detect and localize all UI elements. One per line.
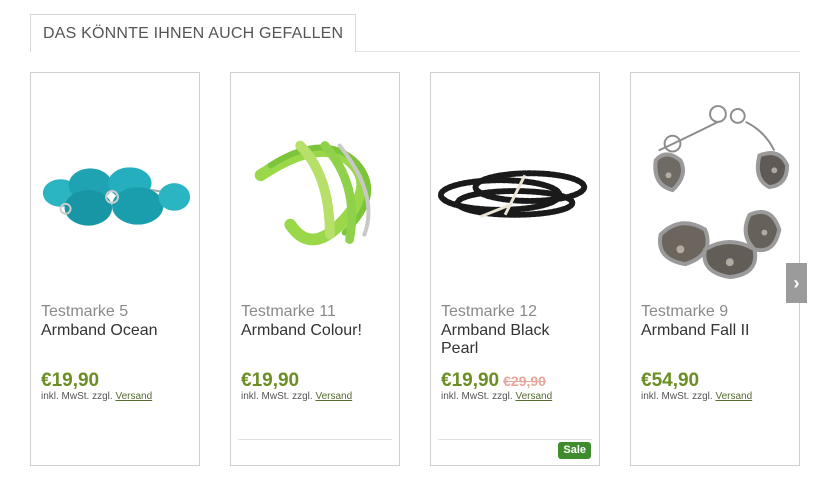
section-title: DAS KÖNNTE IHNEN AUCH GEFALLEN — [30, 14, 357, 52]
shipping-link[interactable]: Versand — [115, 391, 152, 402]
tax-info: inkl. MwSt. zzgl. Versand — [41, 391, 152, 402]
product-price: €19,90 — [241, 370, 300, 391]
product-image-silver-stone-bracelet[interactable] — [631, 85, 799, 305]
product-image-turquoise-bracelet[interactable] — [31, 85, 199, 305]
price-row: €19,90 — [241, 370, 299, 392]
shipping-link[interactable]: Versand — [315, 391, 352, 402]
shipping-link[interactable]: Versand — [715, 391, 752, 402]
tax-info: inkl. MwSt. zzgl. Versand — [641, 391, 752, 402]
price-row: €19,90 €29,90 — [441, 370, 546, 392]
product-name[interactable]: Armband Colour! — [241, 322, 391, 340]
tax-text: inkl. MwSt. zzgl. — [41, 391, 113, 402]
tax-text: inkl. MwSt. zzgl. — [241, 391, 313, 402]
price-row: €19,90 — [41, 370, 99, 392]
card-divider — [238, 439, 392, 440]
sale-badge: Sale — [558, 442, 591, 459]
carousel-next-button[interactable]: › — [786, 263, 807, 303]
product-price: €54,90 — [641, 370, 700, 391]
tax-text: inkl. MwSt. zzgl. — [441, 391, 513, 402]
shipping-link[interactable]: Versand — [515, 391, 552, 402]
product-name[interactable]: Armband Fall II — [641, 322, 791, 340]
product-card-armband-colour[interactable]: Testmarke 11 Armband Colour! €19,90 inkl… — [230, 72, 400, 466]
product-price: €19,90 — [441, 370, 500, 391]
product-name[interactable]: Armband Black Pearl — [441, 322, 591, 358]
product-brand: Testmarke 5 — [41, 303, 129, 320]
product-image-black-bead-bracelet[interactable] — [431, 85, 599, 305]
product-price: €19,90 — [41, 370, 100, 391]
product-card-armband-fall-ii[interactable]: Testmarke 9 Armband Fall II €54,90 inkl.… — [630, 72, 800, 466]
card-divider — [438, 439, 592, 440]
price-row: €54,90 — [641, 370, 699, 392]
tax-info: inkl. MwSt. zzgl. Versand — [241, 391, 352, 402]
product-card-armband-ocean[interactable]: Testmarke 5 Armband Ocean €19,90 inkl. M… — [30, 72, 200, 466]
product-brand: Testmarke 9 — [641, 303, 729, 320]
product-brand: Testmarke 11 — [241, 303, 336, 320]
chevron-right-icon: › — [793, 273, 800, 293]
product-image-green-wrap-bracelet[interactable] — [231, 85, 399, 305]
tax-info: inkl. MwSt. zzgl. Versand — [441, 391, 552, 402]
product-brand: Testmarke 12 — [441, 303, 538, 320]
product-old-price: €29,90 — [503, 373, 546, 389]
product-card-armband-black-pearl[interactable]: Testmarke 12 Armband Black Pearl €19,90 €… — [430, 72, 600, 466]
product-name[interactable]: Armband Ocean — [41, 322, 191, 340]
tax-text: inkl. MwSt. zzgl. — [641, 391, 713, 402]
